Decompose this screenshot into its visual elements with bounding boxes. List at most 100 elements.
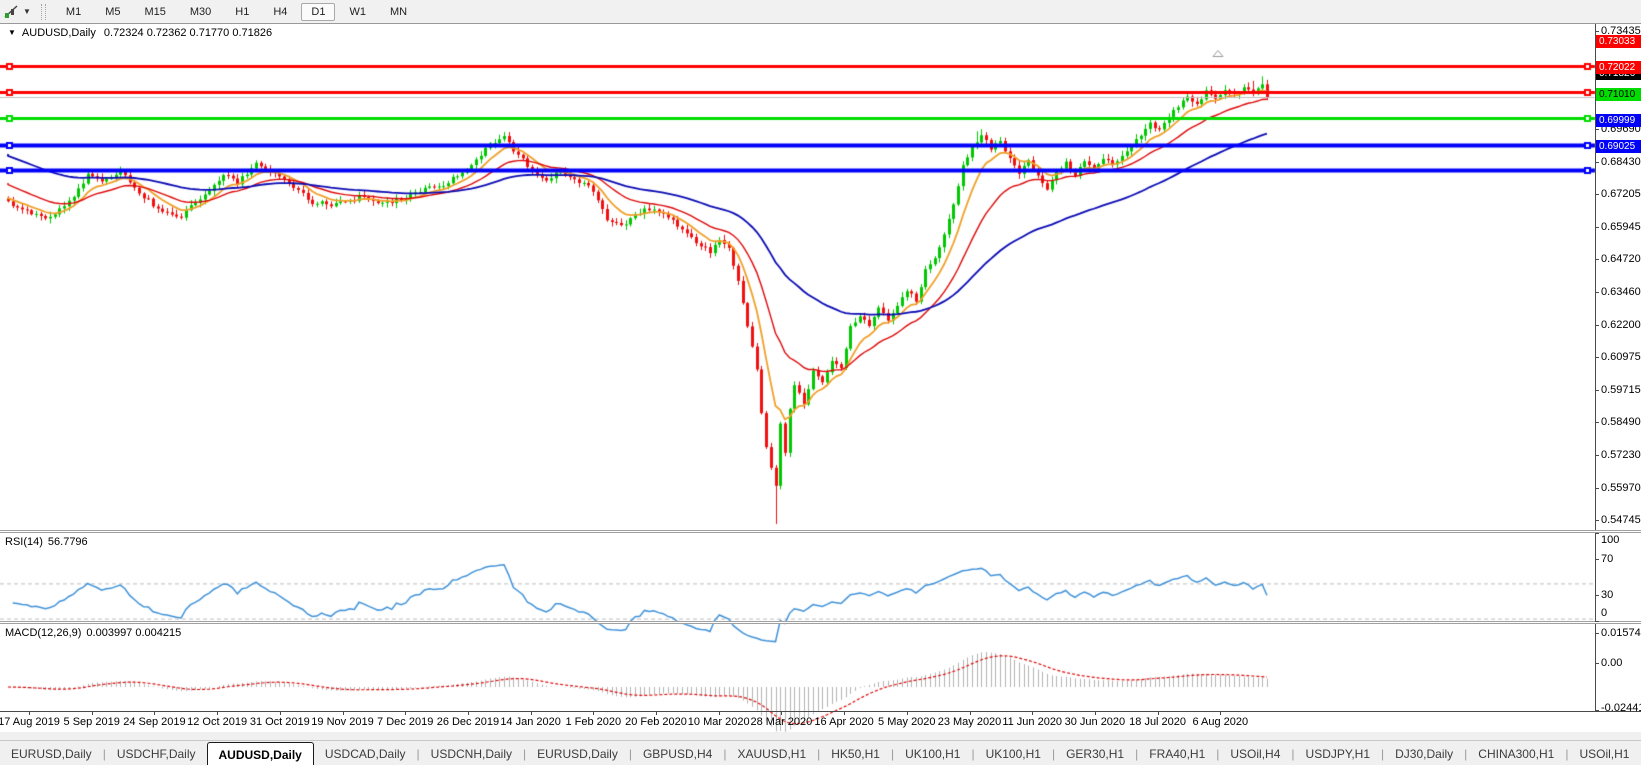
time-axis-label: 11 Jun 2020 [1002, 716, 1062, 728]
timeframe-button-m30[interactable]: M30 [180, 3, 221, 21]
timeframe-button-m1[interactable]: M1 [56, 3, 91, 21]
chart-tab-ger30-h1[interactable]: GER30,H1 [1055, 741, 1135, 765]
time-axis-label: 31 Oct 2019 [250, 716, 310, 728]
timeframe-button-h4[interactable]: H4 [263, 3, 297, 21]
chart-tab-xauusd-h1[interactable]: XAUUSD,H1 [726, 741, 817, 765]
hline-price-tag[interactable]: 0.71010 [1596, 88, 1641, 101]
chart-tab-usoil-h4[interactable]: USOil,H4 [1219, 741, 1291, 765]
chart-tab-uk100-h1[interactable]: UK100,H1 [975, 741, 1052, 765]
time-axis-tick [781, 712, 782, 715]
time-axis-tick [593, 712, 594, 715]
rsi-pane-label: RSI(14)56.7796 [5, 536, 88, 548]
timeframe-button-m15[interactable]: M15 [134, 3, 175, 21]
time-axis-label: 1 Feb 2020 [565, 716, 621, 728]
time-axis-tick [280, 712, 281, 715]
hline-price-tag[interactable]: 0.72022 [1596, 61, 1641, 74]
rsi-axis-tick [1595, 533, 1599, 534]
hline-price-tag[interactable]: 0.73033 [1596, 35, 1641, 48]
chart-tab-usdjpy-h1[interactable]: USDJPY,H1 [1295, 741, 1381, 765]
price-axis-tick [1595, 520, 1599, 521]
chart-tab-usdcnh-daily[interactable]: USDCNH,Daily [420, 741, 523, 765]
timeframe-buttons: M1M5M15 M30H1H4D1W1MN [54, 3, 419, 21]
time-axis-tick [1220, 712, 1221, 715]
macd-label: MACD(12,26,9) [5, 627, 81, 639]
rsi-axis-tick [1595, 559, 1599, 560]
chart-tab-eurusd-daily[interactable]: EURUSD,Daily [0, 741, 103, 765]
macd-axis-label: -0.024412 [1601, 702, 1641, 714]
price-axis-tick [1595, 162, 1599, 163]
time-axis-tick [343, 712, 344, 715]
price-axis-tick [1595, 488, 1599, 489]
chart-tabs: EURUSD,Daily|USDCHF,DailyAUDUSD,DailyUSD… [0, 741, 1640, 765]
hline-price-tag[interactable]: 0.69025 [1596, 140, 1641, 153]
tool-dropdown-arrow[interactable]: ▼ [23, 7, 31, 16]
price-axis-tick-label: 0.59715 [1601, 384, 1641, 396]
chart-tab-eurusd-daily[interactable]: EURUSD,Daily [526, 741, 629, 765]
time-axis-label: 26 Dec 2019 [437, 716, 499, 728]
rsi-axis-tick [1595, 595, 1599, 596]
price-axis-tick [1595, 325, 1599, 326]
rsi-axis-label: 0 [1601, 607, 1607, 619]
chart-tab-dj30-daily[interactable]: DJ30,Daily [1384, 741, 1464, 765]
time-axis-label: 12 Oct 2019 [187, 716, 247, 728]
price-axis-tick [1595, 259, 1599, 260]
toolbar-grip[interactable] [41, 4, 46, 20]
time-axis-tick [531, 712, 532, 715]
time-axis-tick [656, 712, 657, 715]
price-axis-tick-label: 0.64720 [1601, 253, 1641, 265]
time-axis-label: 24 Sep 2019 [123, 716, 185, 728]
chart-title: ▼AUDUSD,Daily0.72324 0.72362 0.71770 0.7… [8, 27, 276, 39]
chart-tab-fra40-h1[interactable]: FRA40,H1 [1138, 741, 1216, 765]
line-studies-tool[interactable]: ▼ [0, 0, 35, 23]
time-axis-line[interactable] [0, 711, 1641, 712]
time-axis-tick [970, 712, 971, 715]
price-axis-tick-label: 0.55970 [1601, 482, 1641, 494]
time-axis-label: 19 Nov 2019 [311, 716, 373, 728]
hline-price-tag[interactable]: 0.69999 [1596, 114, 1641, 127]
time-axis-tick [217, 712, 218, 715]
time-axis-label: 6 Aug 2020 [1192, 716, 1248, 728]
time-axis-tick [92, 712, 93, 715]
macd-axis-label: 0.015741 [1601, 627, 1641, 639]
chart-tab-usoil-h1[interactable]: USOil,H1 [1568, 741, 1640, 765]
rsi-axis-tick [1595, 621, 1599, 622]
rsi-label: RSI(14) [5, 536, 43, 548]
price-axis-tick [1595, 227, 1599, 228]
chart-tab-usdcad-daily[interactable]: USDCAD,Daily [314, 741, 417, 765]
price-axis-tick [1595, 455, 1599, 456]
macd-axis-tick [1595, 663, 1599, 664]
chart-tab-bar: EURUSD,Daily|USDCHF,DailyAUDUSD,DailyUSD… [0, 740, 1641, 765]
chart-tab-usdchf-daily[interactable]: USDCHF,Daily [106, 741, 207, 765]
time-axis-tick [468, 712, 469, 715]
time-axis-tick [1032, 712, 1033, 715]
price-axis-tick [1595, 31, 1599, 32]
timeframe-button-d1[interactable]: D1 [301, 3, 335, 21]
chart-tab-uk100-h1[interactable]: UK100,H1 [894, 741, 971, 765]
timeframe-button-h1[interactable]: H1 [225, 3, 259, 21]
timeframe-button-w1[interactable]: W1 [339, 3, 376, 21]
price-axis-tick-label: 0.63460 [1601, 286, 1641, 298]
time-axis-tick [844, 712, 845, 715]
chart-canvas[interactable] [0, 48, 1596, 736]
price-axis-tick-label: 0.58490 [1601, 416, 1641, 428]
timeframe-button-m5[interactable]: M5 [95, 3, 130, 21]
price-axis-tick [1595, 357, 1599, 358]
price-axis-tick [1595, 292, 1599, 293]
chart-tab-hk50-h1[interactable]: HK50,H1 [820, 741, 891, 765]
time-axis-label: 14 Jan 2020 [500, 716, 561, 728]
chart-tab-china300-h1[interactable]: CHINA300,H1 [1467, 741, 1565, 765]
time-axis-label: 28 Mar 2020 [751, 716, 813, 728]
price-axis-tick [1595, 129, 1599, 130]
price-axis-tick [1595, 422, 1599, 423]
time-axis-label: 10 Mar 2020 [688, 716, 750, 728]
time-axis-label: 5 Sep 2019 [64, 716, 120, 728]
chart-tab-gbpusd-h4[interactable]: GBPUSD,H4 [632, 741, 723, 765]
pane-splitter-rsi[interactable] [0, 530, 1641, 533]
chart-tab-audusd-daily[interactable]: AUDUSD,Daily [207, 742, 314, 765]
price-axis-tick-label: 0.54745 [1601, 514, 1641, 526]
chart-menu-arrow[interactable]: ▼ [8, 28, 16, 37]
time-axis-tick [29, 712, 30, 715]
pane-splitter-macd[interactable] [0, 621, 1641, 624]
price-axis-tick-label: 0.67205 [1601, 188, 1641, 200]
timeframe-button-mn[interactable]: MN [380, 3, 417, 21]
